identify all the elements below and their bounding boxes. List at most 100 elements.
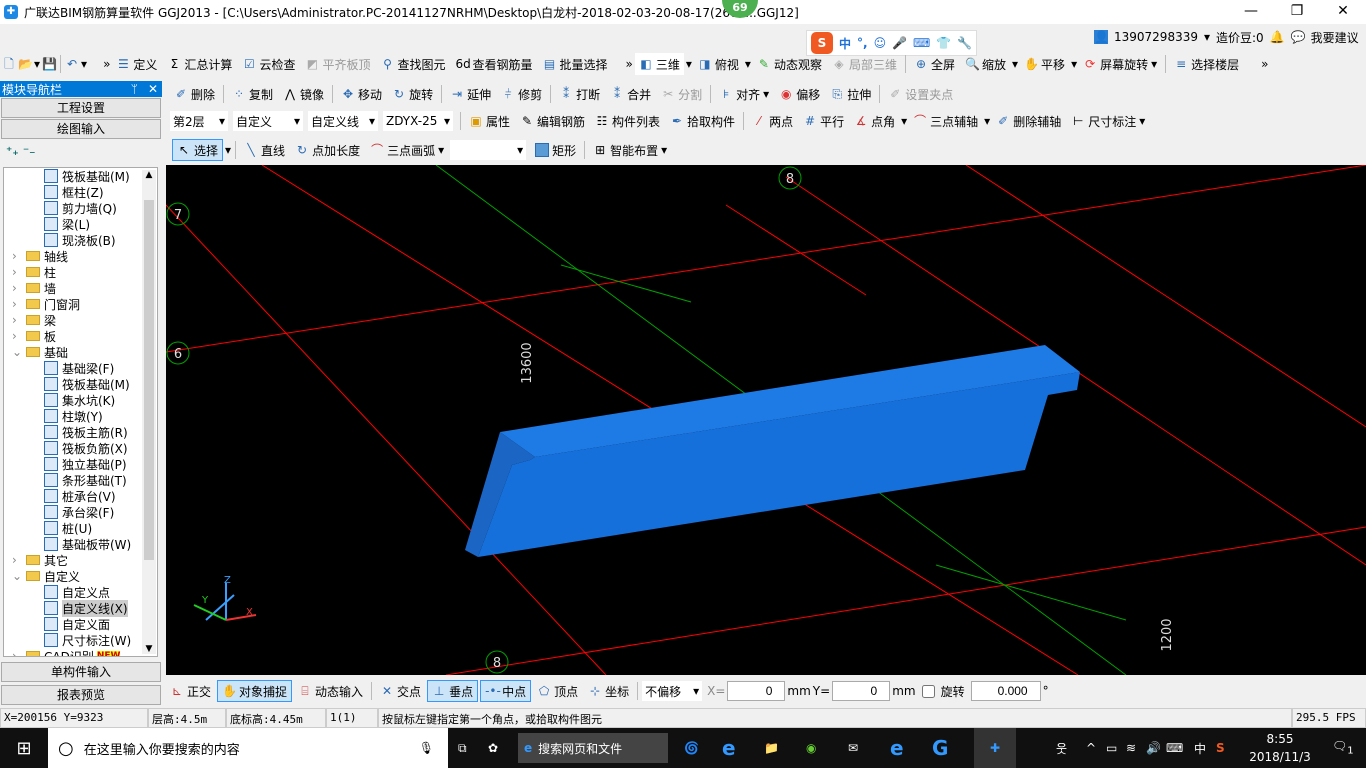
component-select[interactable]: ZDYX-25 ▾ [383,111,453,131]
chevron-down-icon[interactable]: ▾ [984,114,990,128]
chevron-up-icon[interactable]: ^ [1086,741,1106,755]
tree-item[interactable]: 自定义点 [4,584,157,600]
tree-item[interactable]: ⌄ 自定义 [4,568,157,584]
tree-item[interactable]: 筏板主筋(R) [4,424,157,440]
three-point-arc-button[interactable]: ⌒ 三点画弧 ▾ [366,139,448,161]
dimension-button[interactable]: ⊢ 尺寸标注 ▾ [1067,110,1149,132]
report-preview-button[interactable]: 报表预览 [1,685,161,705]
delete-axis-button[interactable]: ✐ 删除辅轴 [992,110,1065,132]
expand-collapse-icons[interactable]: ⁺₊ ⁻₋ [0,140,162,162]
mic-icon[interactable]: 🎙 [419,741,434,755]
tree-item[interactable]: 筏板基础(M) [4,168,157,184]
emoji-icon[interactable]: ☺ [874,36,887,50]
floor-select[interactable]: 第2层 ▾ [170,111,228,131]
chat-icon[interactable]: 💬 [1291,30,1306,44]
3d-button[interactable]: ◧ 三维 [634,53,684,75]
tree-item[interactable]: 现浇板(B) [4,232,157,248]
ime-item[interactable]: 中 [839,35,851,52]
chevron-down-icon[interactable]: ▾ [81,57,87,71]
two-point-button[interactable]: ⁄ 两点 [748,110,797,132]
chevron-down-icon[interactable]: ▾ [901,114,907,128]
keyboard-icon[interactable]: ⌨ [913,36,930,50]
offset-button[interactable]: ◉ 偏移 [775,83,824,105]
tree-item[interactable]: 集水坑(K) [4,392,157,408]
chevron-down-icon[interactable]: ▾ [745,57,751,71]
windows-start-icon[interactable]: ⊞ [0,738,48,759]
select-button[interactable]: ↖ 选择 [172,139,224,161]
component-list-button[interactable]: ☷ 构件列表 [591,110,664,132]
angle-input[interactable] [970,681,1041,701]
3d-viewport[interactable]: 13600 1200 7 8 6 8 Z Y X [165,164,1366,676]
smart-layout-button[interactable]: ⊞ 智能布置 ▾ [589,139,671,161]
tree-item[interactable]: 桩承台(V) [4,488,157,504]
close-button[interactable]: ✕ [1320,0,1366,24]
offset-select[interactable]: 不偏移 ▾ [642,681,703,701]
split-button[interactable]: ✂ 分割 [657,83,706,105]
y-input[interactable] [832,681,891,701]
chevron-down-icon[interactable]: ⌄ [12,569,26,583]
chevron-right-icon[interactable]: › [12,265,26,279]
app-icon[interactable]: ✿ [488,741,518,755]
break-button[interactable]: ⁑ 打断 [555,83,604,105]
ortho-button[interactable]: ⊾ 正交 [166,680,215,702]
point-length-button[interactable]: ↻ 点加长度 [291,139,364,161]
chevron-down-icon[interactable]: ▾ [1204,30,1210,44]
tree-item[interactable]: 柱墩(Y) [4,408,157,424]
align-button[interactable]: ⊧ 对齐 ▾ [715,83,773,105]
file-explorer-icon[interactable]: 📁 [764,741,806,755]
type-select[interactable]: 自定义 ▾ [233,111,303,131]
chevron-down-icon[interactable]: ▾ [1071,57,1077,71]
chevron-down-icon[interactable]: ▾ [1012,57,1018,71]
cloud-check-button[interactable]: ☑ 云检查 [238,53,299,75]
user-phone[interactable]: 13907298339 [1114,30,1198,44]
tree-item[interactable]: 条形基础(T) [4,472,157,488]
chevron-down-icon[interactable]: ▾ [225,143,231,157]
tree-item[interactable]: › 门窗洞 [4,296,157,312]
undo-icon[interactable]: ↶ [65,57,79,71]
browser-search-box[interactable]: e 搜索网页和文件 [518,733,668,763]
midpoint-button[interactable]: -•- 中点 [480,680,532,702]
object-snap-button[interactable]: ✋ 对象捕捉 [217,680,293,702]
parallel-button[interactable]: # 平行 [799,110,848,132]
settings-icon[interactable]: 🔧 [957,36,972,50]
align-slab-top-button[interactable]: ◩ 平齐板顶 [301,53,374,75]
ggj-app-icon[interactable]: ✚ [974,728,1016,768]
fullscreen-button[interactable]: ⊕ 全屏 [910,53,959,75]
chevron-right-icon[interactable]: › [12,297,26,311]
wifi-icon[interactable]: ≋ [1126,741,1146,755]
line-button[interactable]: ╲ 直线 [240,139,289,161]
notification-icon[interactable]: 🗨1 [1332,739,1354,756]
mic-icon[interactable]: 🎤 [892,36,907,50]
tree-item[interactable]: 桩(U) [4,520,157,536]
tree-item[interactable]: › CAD识别 NEW [4,648,157,656]
tree-item[interactable]: 筏板负筋(X) [4,440,157,456]
mirror-button[interactable]: ⋀ 镜像 [279,83,328,105]
chevron-down-icon[interactable]: ⌄ [12,345,26,359]
coordinate-button[interactable]: ⊹ 坐标 [584,680,633,702]
edge-icon[interactable]: e [890,736,932,760]
chevron-right-icon[interactable]: › [12,649,26,656]
ime-indicator[interactable]: 中 [1194,740,1216,757]
subtype-select[interactable]: 自定义线 ▾ [308,111,378,131]
browser-icon[interactable]: ◉ [806,741,848,755]
tree-item[interactable]: 剪力墙(Q) [4,200,157,216]
taskbar-search[interactable]: ○ 在这里输入你要搜索的内容 🎙 [48,728,448,768]
mail-icon[interactable]: ✉ [848,741,890,755]
properties-button[interactable]: ▣ 属性 [465,110,514,132]
tree-item[interactable]: ⌄ 基础 [4,344,157,360]
partial-3d-button[interactable]: ◈ 局部三维 [828,53,901,75]
tree-item[interactable]: 独立基础(P) [4,456,157,472]
find-element-button[interactable]: ⚲ 查找图元 [376,53,449,75]
x-input[interactable] [727,681,786,701]
pick-component-button[interactable]: ✒ 拾取构件 [666,110,739,132]
screen-rotate-button[interactable]: ⟳ 屏幕旋转 ▾ [1079,53,1161,75]
tree-item[interactable]: › 板 [4,328,157,344]
three-point-axis-button[interactable]: ⌒ 三点辅轴 [909,110,982,132]
vertex-button[interactable]: ⬠ 顶点 [533,680,582,702]
sogou-icon[interactable]: S [1216,741,1240,755]
select-floor-button[interactable]: ≡ 选择楼层 [1170,53,1243,75]
tree-item[interactable]: › 墙 [4,280,157,296]
tree-item[interactable]: › 轴线 [4,248,157,264]
save-icon[interactable]: 💾 [42,57,57,71]
keyboard-icon[interactable]: ⌨ [1166,741,1194,755]
